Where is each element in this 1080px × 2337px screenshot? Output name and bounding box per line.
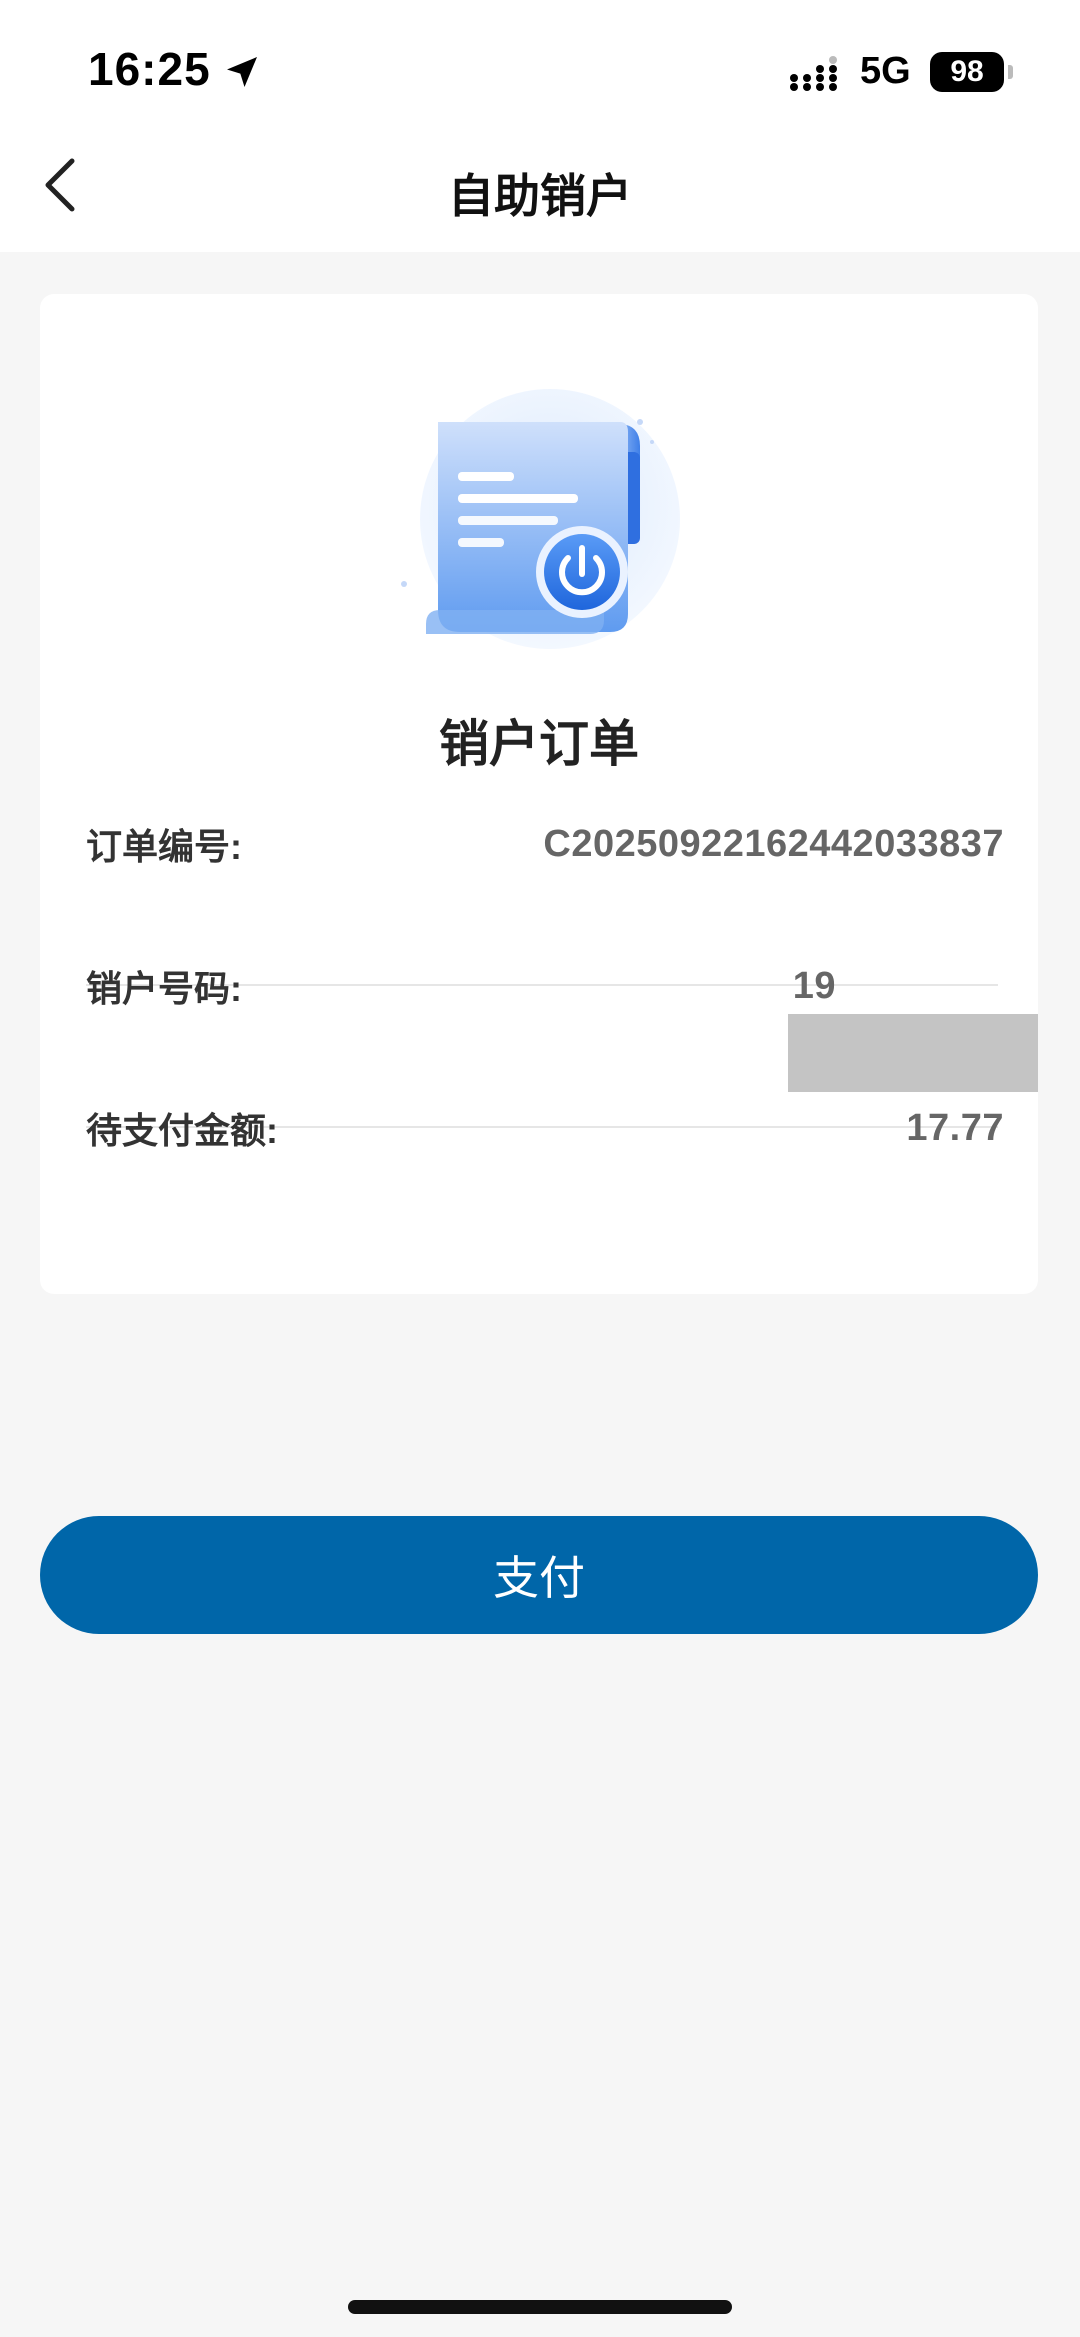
order-card: 销户订单 订单编号: C20250922162442033837 销户号码: 1… — [40, 294, 1038, 1294]
redaction-block — [788, 1014, 1038, 1092]
home-indicator[interactable] — [348, 2300, 732, 2314]
battery-nub — [1008, 65, 1013, 79]
amount-value: 17.77 — [906, 1106, 1004, 1149]
cancel-number-value: 19 — [792, 964, 836, 1007]
document-power-icon — [401, 389, 680, 649]
status-bar: 16:25 5G 98 — [0, 0, 1080, 140]
status-time: 16:25 — [88, 43, 211, 95]
cancel-number-label: 销户号码: — [86, 968, 242, 1009]
order-title: 销户订单 — [439, 716, 639, 772]
location-arrow-icon — [227, 57, 257, 87]
amount-label: 待支付金额: — [86, 1110, 278, 1151]
page-title: 自助销户 — [448, 170, 632, 222]
network-type: 5G — [860, 50, 911, 92]
signal-icon — [790, 56, 837, 91]
order-number-row: 订单编号: C20250922162442033837 — [86, 774, 1004, 914]
battery-indicator: 98 — [930, 52, 1004, 92]
order-number-label: 订单编号: — [86, 826, 242, 867]
pay-button[interactable]: 支付 — [40, 1516, 1038, 1634]
order-number-value: C20250922162442033837 — [543, 822, 1004, 865]
